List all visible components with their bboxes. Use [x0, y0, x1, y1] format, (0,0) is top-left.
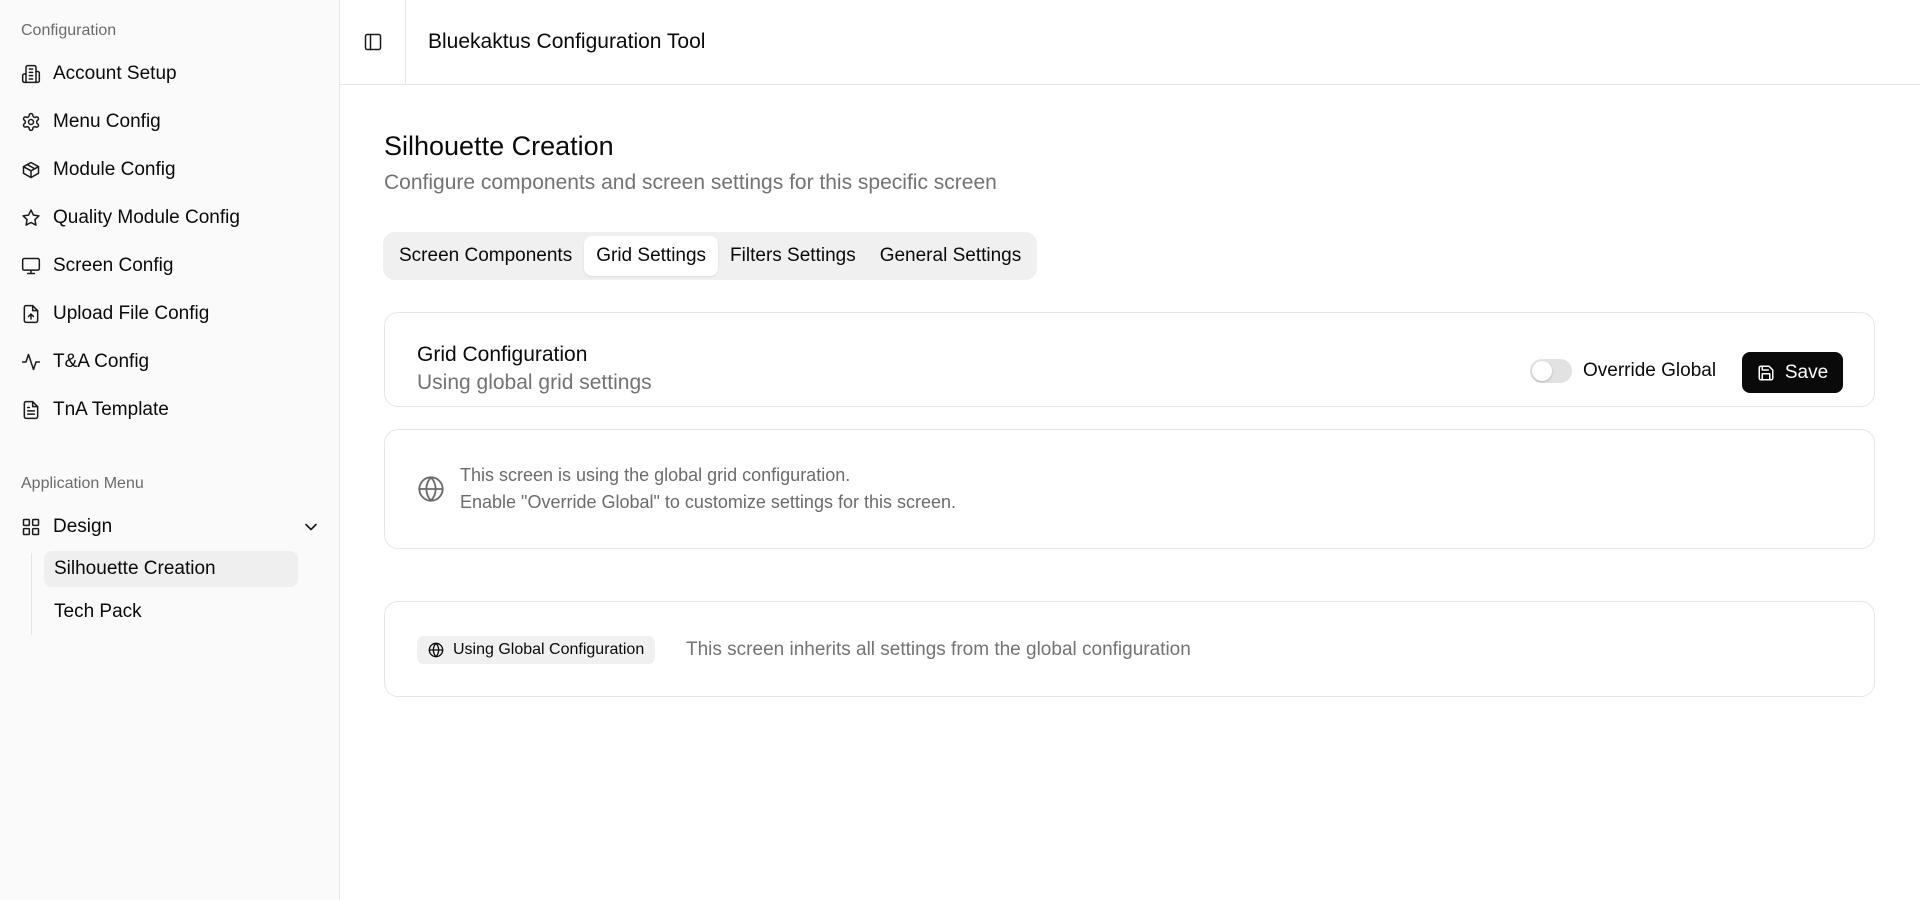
sidebar-subitem-tech-pack[interactable]: Tech Pack	[44, 594, 298, 630]
top-header: Bluekaktus Configuration Tool	[340, 0, 1920, 85]
sidebar-item-label: TnA Template	[53, 399, 169, 420]
monitor-icon	[21, 257, 41, 275]
file-text-icon	[23, 400, 39, 420]
sidebar-item-account-setup[interactable]: Account Setup	[21, 56, 177, 92]
submenu-divider	[31, 553, 32, 635]
tab-filters-settings[interactable]: Filters Settings	[718, 236, 868, 276]
globe-icon	[428, 642, 444, 658]
toggle-knob	[1532, 361, 1552, 381]
activity-icon	[21, 353, 41, 371]
page-title: Silhouette Creation	[384, 131, 614, 161]
chevron-down-icon[interactable]	[301, 517, 321, 537]
sidebar: Configuration Account Setup Menu Config …	[0, 0, 340, 900]
save-button[interactable]: Save	[1742, 352, 1843, 393]
grid-configuration-subtitle: Using global grid settings	[417, 371, 652, 394]
status-badge: Using Global Configuration	[417, 636, 656, 664]
sidebar-panel-icon	[364, 33, 381, 51]
sidebar-item-label: Account Setup	[53, 63, 177, 84]
grid-configuration-title: Grid Configuration	[417, 343, 588, 366]
status-badge-label: Using Global Configuration	[453, 641, 645, 658]
building-icon	[21, 64, 41, 84]
settings-tabs: Screen Components Grid Settings Filters …	[383, 232, 1038, 280]
override-global-label[interactable]: Override Global	[1583, 359, 1716, 383]
sidebar-group-application-menu: Application Menu	[21, 475, 144, 492]
page-subtitle: Configure components and screen settings…	[384, 171, 997, 194]
sidebar-item-label: Upload File Config	[53, 303, 210, 324]
tab-screen-components[interactable]: Screen Components	[387, 236, 584, 276]
sidebar-item-menu-config[interactable]: Menu Config	[21, 104, 161, 140]
grid-configuration-card: Grid Configuration Using global grid set…	[384, 312, 1875, 407]
file-upload-icon	[23, 304, 39, 324]
sidebar-item-label: Screen Config	[53, 255, 174, 276]
tab-grid-settings[interactable]: Grid Settings	[584, 236, 719, 276]
box-icon	[22, 161, 40, 179]
sidebar-item-label: Module Config	[53, 159, 176, 180]
sidebar-item-label: Menu Config	[53, 111, 161, 132]
sidebar-group-design[interactable]: Design	[21, 509, 321, 545]
sidebar-item-module-config[interactable]: Module Config	[21, 152, 176, 188]
save-button-label: Save	[1784, 361, 1829, 383]
save-icon	[1758, 365, 1774, 380]
sidebar-item-label: T&A Config	[53, 351, 150, 372]
star-icon	[22, 209, 40, 226]
tab-general-settings[interactable]: General Settings	[868, 236, 1034, 276]
gear-icon	[22, 112, 40, 132]
sidebar-item-ta-config[interactable]: T&A Config	[21, 344, 149, 380]
sidebar-item-tna-template[interactable]: TnA Template	[21, 392, 169, 428]
sidebar-group-configuration: Configuration	[21, 22, 117, 39]
sidebar-item-quality-module-config[interactable]: Quality Module Config	[21, 200, 240, 236]
sidebar-subitem-silhouette-creation[interactable]: Silhouette Creation	[44, 551, 298, 587]
sidebar-group-label: Design	[53, 516, 113, 537]
sidebar-item-label: Quality Module Config	[53, 207, 240, 228]
status-card: Using Global Configuration This screen i…	[384, 601, 1875, 697]
info-line-2: Enable "Override Global" to customize se…	[460, 492, 957, 512]
status-description: This screen inherits all settings from t…	[686, 639, 1191, 660]
sidebar-item-screen-config[interactable]: Screen Config	[21, 248, 173, 284]
toggle-sidebar-button[interactable]	[340, 0, 406, 85]
grid-icon	[22, 518, 40, 536]
info-line-1: This screen is using the global grid con…	[460, 465, 851, 485]
globe-icon	[418, 476, 444, 502]
sidebar-item-upload-file-config[interactable]: Upload File Config	[21, 296, 209, 332]
global-info-card: This screen is using the global grid con…	[384, 429, 1875, 549]
app-title: Bluekaktus Configuration Tool	[428, 30, 706, 53]
override-global-toggle[interactable]	[1530, 359, 1572, 383]
